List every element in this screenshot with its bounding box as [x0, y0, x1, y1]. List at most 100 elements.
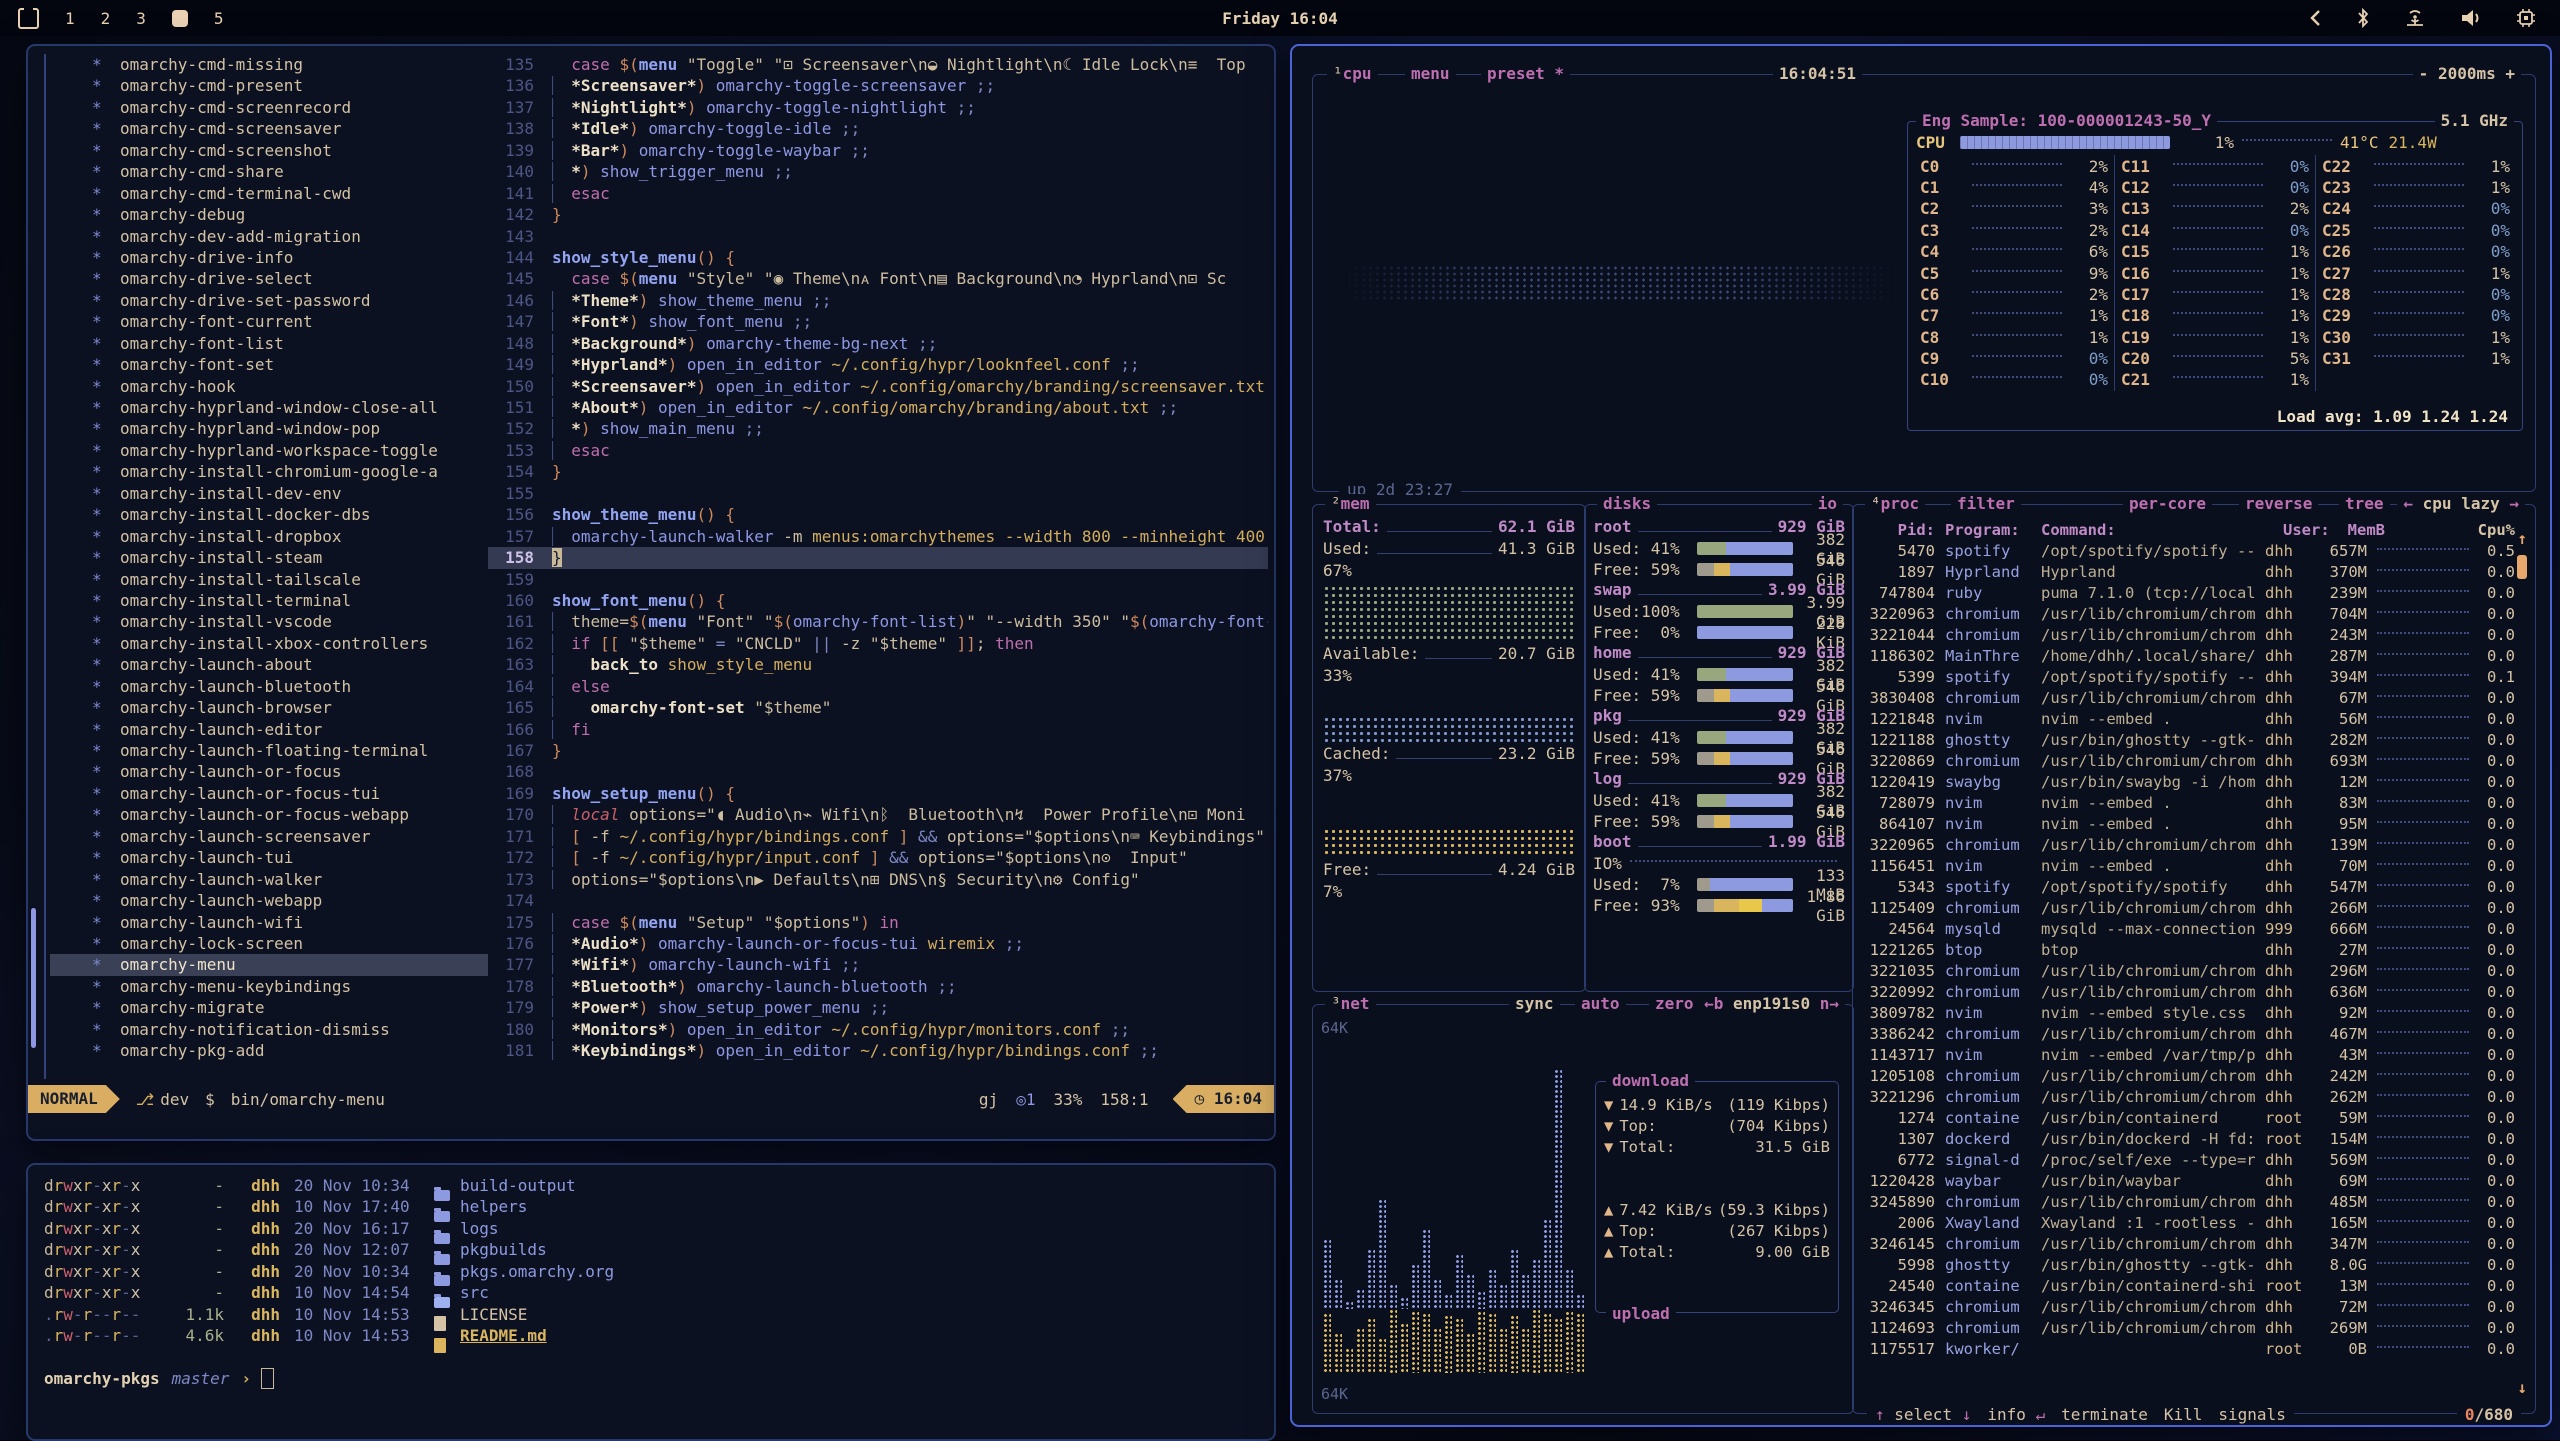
- process-row[interactable]: 3220992chromium/usr/lib/chromium/chromdh…: [1853, 981, 2535, 1002]
- file-item[interactable]: *omarchy-hyprland-workspace-toggle: [50, 440, 488, 461]
- tab-sync[interactable]: sync: [1509, 994, 1560, 1014]
- file-item[interactable]: *omarchy-drive-select: [50, 268, 488, 289]
- file-item[interactable]: *omarchy-launch-editor: [50, 719, 488, 740]
- file-item[interactable]: *omarchy-hook: [50, 376, 488, 397]
- tab-disks[interactable]: disks: [1597, 494, 1657, 514]
- process-scrollbar[interactable]: [2517, 555, 2527, 579]
- process-row[interactable]: 1221265btopbtopdhh27M0.0: [1853, 939, 2535, 960]
- process-row[interactable]: 24564mysqldmysqld --max-connection999666…: [1853, 918, 2535, 939]
- process-row[interactable]: 3220965chromium/usr/lib/chromium/chromdh…: [1853, 834, 2535, 855]
- process-row[interactable]: 1220428waybar/usr/bin/waybardhh69M0.0: [1853, 1170, 2535, 1191]
- file-item[interactable]: *omarchy-notification-dismiss: [50, 1019, 488, 1040]
- process-row[interactable]: 6772signal-d/proc/self/exe --type=rdhh56…: [1853, 1149, 2535, 1170]
- terminal-window[interactable]: drwxr-xr-x-dhh20 Nov 10:34build-outputdr…: [26, 1163, 1276, 1441]
- list-item[interactable]: drwxr-xr-x-dhh20 Nov 12:07pkgbuilds: [28, 1239, 1274, 1260]
- process-row[interactable]: 3221035chromium/usr/lib/chromium/chromdh…: [1853, 960, 2535, 981]
- file-name[interactable]: helpers: [460, 1196, 527, 1217]
- file-item[interactable]: *omarchy-cmd-share: [50, 161, 488, 182]
- process-row[interactable]: 5470spotify/opt/spotify/spotify --dhh657…: [1853, 540, 2535, 561]
- process-row[interactable]: 1175517kworker/root0B0.0: [1853, 1338, 2535, 1359]
- update-interval[interactable]: - 2000ms +: [2413, 64, 2521, 84]
- scroll-down-icon[interactable]: ↓: [2517, 1378, 2527, 1397]
- process-row[interactable]: 1156451nvimnvim --embed .dhh70M0.0: [1853, 855, 2535, 876]
- tab-reverse[interactable]: reverse: [2239, 494, 2318, 514]
- file-name[interactable]: README.md: [460, 1325, 547, 1346]
- process-row[interactable]: 728079nvimnvim --embed .dhh83M0.0: [1853, 792, 2535, 813]
- process-row[interactable]: 1897HyprlandHyprlanddhh370M0.0: [1853, 561, 2535, 582]
- footer-button-0[interactable]: ↑ select ↓: [1867, 1405, 1979, 1424]
- process-row[interactable]: 3221044chromium/usr/lib/chromium/chromdh…: [1853, 624, 2535, 645]
- process-row[interactable]: 3245890chromium/usr/lib/chromium/chromdh…: [1853, 1191, 2535, 1212]
- file-item[interactable]: *omarchy-launch-about: [50, 654, 488, 675]
- process-row[interactable]: 3809782nvimnvim --embed style.cssdhh92M0…: [1853, 1002, 2535, 1023]
- shell-prompt[interactable]: omarchy-pkgs master ›: [28, 1368, 1274, 1390]
- btop-window[interactable]: ¹cpu menu preset * 16:04:51 - 2000ms + u…: [1290, 44, 2552, 1427]
- file-item[interactable]: *omarchy-launch-or-focus: [50, 761, 488, 782]
- tab-tree[interactable]: tree: [2339, 494, 2390, 514]
- file-item[interactable]: *omarchy-launch-wifi: [50, 912, 488, 933]
- process-row[interactable]: 864107nvimnvim --embed .dhh95M0.0: [1853, 813, 2535, 834]
- process-row[interactable]: 1221188ghostty/usr/bin/ghostty --gtk-dhh…: [1853, 729, 2535, 750]
- process-row[interactable]: 3221296chromium/usr/lib/chromium/chromdh…: [1853, 1086, 2535, 1107]
- file-item[interactable]: *omarchy-launch-bluetooth: [50, 676, 488, 697]
- process-row[interactable]: 1307dockerd/usr/bin/dockerd -H fd:root15…: [1853, 1128, 2535, 1149]
- file-item[interactable]: *omarchy-menu-keybindings: [50, 976, 488, 997]
- process-row[interactable]: 3220869chromium/usr/lib/chromium/chromdh…: [1853, 750, 2535, 771]
- file-item[interactable]: *omarchy-launch-tui: [50, 847, 488, 868]
- tab-io[interactable]: io: [1812, 494, 1843, 514]
- file-item[interactable]: *omarchy-hyprland-window-pop: [50, 418, 488, 439]
- file-name[interactable]: build-output: [460, 1175, 576, 1196]
- list-item[interactable]: .rw-r--r--4.6kdhh10 Nov 14:53README.md: [28, 1325, 1274, 1346]
- tab-cpu[interactable]: ¹cpu: [1327, 64, 1378, 84]
- file-item[interactable]: *omarchy-drive-set-password: [50, 290, 488, 311]
- file-item[interactable]: *omarchy-drive-info: [50, 247, 488, 268]
- file-item[interactable]: *omarchy-cmd-present: [50, 75, 488, 96]
- file-item[interactable]: *omarchy-install-dropbox: [50, 526, 488, 547]
- list-item[interactable]: drwxr-xr-x-dhh10 Nov 17:40helpers: [28, 1196, 1274, 1217]
- process-row[interactable]: 1221848nvimnvim --embed .dhh56M0.0: [1853, 708, 2535, 729]
- tab-per-core[interactable]: per-core: [2123, 494, 2212, 514]
- tab-preset[interactable]: preset *: [1481, 64, 1570, 84]
- file-item[interactable]: *omarchy-cmd-terminal-cwd: [50, 183, 488, 204]
- process-row[interactable]: 3220963chromium/usr/lib/chromium/chromdh…: [1853, 603, 2535, 624]
- net-interface[interactable]: ←b enp191s0 n→: [1698, 994, 1845, 1014]
- file-item[interactable]: *omarchy-font-list: [50, 333, 488, 354]
- file-item[interactable]: *omarchy-install-terminal: [50, 590, 488, 611]
- file-name[interactable]: LICENSE: [460, 1304, 527, 1325]
- process-row[interactable]: 5998ghostty/usr/bin/ghostty --gtk-dhh8.0…: [1853, 1254, 2535, 1275]
- process-row[interactable]: 747804rubypuma 7.1.0 (tcp://localdhh239M…: [1853, 582, 2535, 603]
- file-item[interactable]: *omarchy-menu: [50, 954, 488, 975]
- process-row[interactable]: 2006XwaylandXwayland :1 -rootless -dhh16…: [1853, 1212, 2535, 1233]
- process-row[interactable]: 1274containe/usr/bin/containerdroot59M0.…: [1853, 1107, 2535, 1128]
- sort-selector[interactable]: ← cpu lazy →: [2397, 494, 2525, 514]
- process-row[interactable]: 1220419swaybg/usr/bin/swaybg -i /homdhh1…: [1853, 771, 2535, 792]
- tab-proc[interactable]: ⁴proc: [1865, 494, 1925, 514]
- list-item[interactable]: drwxr-xr-x-dhh20 Nov 16:17logs: [28, 1218, 1274, 1239]
- process-row[interactable]: 3830408chromium/usr/lib/chromium/chromdh…: [1853, 687, 2535, 708]
- file-name[interactable]: logs: [460, 1218, 499, 1239]
- process-row[interactable]: 3246345chromium/usr/lib/chromium/chromdh…: [1853, 1296, 2535, 1317]
- process-row[interactable]: 1186302MainThre/home/dhh/.local/share/dh…: [1853, 645, 2535, 666]
- file-item[interactable]: *omarchy-cmd-missing: [50, 54, 488, 75]
- scroll-up-icon[interactable]: ↑: [2517, 529, 2527, 548]
- footer-button-4[interactable]: signals: [2210, 1405, 2293, 1424]
- file-item[interactable]: *omarchy-launch-walker: [50, 869, 488, 890]
- process-row[interactable]: 1125409chromium/usr/lib/chromium/chromdh…: [1853, 897, 2535, 918]
- file-item[interactable]: *omarchy-dev-add-migration: [50, 226, 488, 247]
- file-name[interactable]: pkgs.omarchy.org: [460, 1261, 614, 1282]
- process-row[interactable]: 3246145chromium/usr/lib/chromium/chromdh…: [1853, 1233, 2535, 1254]
- file-item[interactable]: *omarchy-font-current: [50, 311, 488, 332]
- file-item[interactable]: *omarchy-install-xbox-controllers: [50, 633, 488, 654]
- editor-scrollbar[interactable]: [31, 908, 36, 1048]
- footer-button-1[interactable]: info ↵: [1979, 1405, 2053, 1424]
- file-item[interactable]: *omarchy-launch-or-focus-webapp: [50, 804, 488, 825]
- footer-button-3[interactable]: Kill: [2156, 1405, 2211, 1424]
- tab-net[interactable]: ³net: [1325, 994, 1376, 1014]
- process-row[interactable]: 5399spotify/opt/spotify/spotify --dhh394…: [1853, 666, 2535, 687]
- process-row[interactable]: 5343spotify/opt/spotify/spotifydhh547M0.…: [1853, 876, 2535, 897]
- tab-menu[interactable]: menu: [1405, 64, 1456, 84]
- process-row[interactable]: 24540containe/usr/bin/containerd-shiroot…: [1853, 1275, 2535, 1296]
- file-item[interactable]: *omarchy-launch-screensaver: [50, 826, 488, 847]
- tab-mem[interactable]: ²mem: [1325, 494, 1376, 514]
- list-item[interactable]: drwxr-xr-x-dhh20 Nov 10:34pkgs.omarchy.o…: [28, 1261, 1274, 1282]
